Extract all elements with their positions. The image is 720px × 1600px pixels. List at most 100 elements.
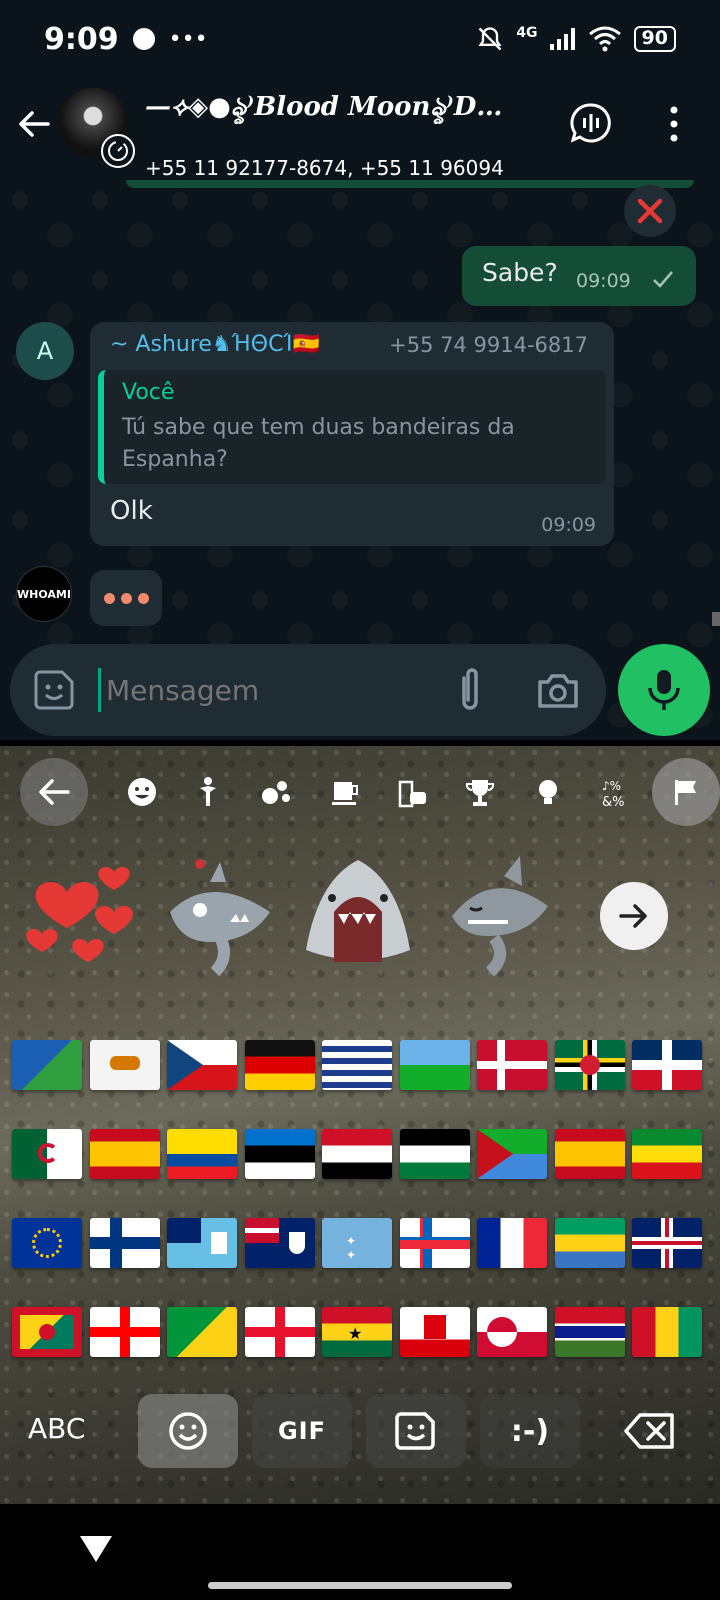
nav-back-icon[interactable] <box>78 1534 114 1564</box>
hearts-sticker[interactable] <box>22 852 142 982</box>
flag-estonia-icon[interactable] <box>244 1129 315 1179</box>
previous-message-bubble <box>126 180 694 188</box>
emoji-tab[interactable] <box>138 1394 238 1468</box>
flag-georgia-icon[interactable] <box>89 1307 160 1357</box>
emoticon-label: :-) <box>510 1413 550 1449</box>
more-notifications-icon: ••• <box>168 26 208 52</box>
soccer-icon <box>132 28 155 50</box>
flag-spain-icon[interactable] <box>554 1129 625 1179</box>
svg-text:&%: &% <box>602 795 625 808</box>
sleepy-shark-sticker[interactable] <box>438 852 558 982</box>
flag-cyprus-icon[interactable] <box>89 1040 160 1090</box>
close-icon <box>637 198 663 224</box>
emoji-sticker-icon[interactable] <box>32 668 76 712</box>
typing-indicator <box>90 570 162 626</box>
flag-british-indian-ocean-territory-icon[interactable] <box>322 1040 392 1090</box>
flag-micronesia-icon[interactable]: ✦ ✦ <box>322 1218 392 1268</box>
flag-christmas-island-icon[interactable] <box>12 1040 82 1090</box>
scrollbar[interactable] <box>712 612 720 626</box>
smiley-icon[interactable] <box>122 772 162 812</box>
flag-guinea-icon[interactable] <box>632 1307 702 1357</box>
status-bar: 9:09 ••• 4G 90 <box>0 0 720 78</box>
incoming-message[interactable]: ~ Ashure♞ΉΘCΊ🇪🇸 +55 74 9914-6817 Você Tú… <box>90 322 614 546</box>
group-name[interactable]: —⟡◈●ৡ⁾Blood Moonৡ⁾D… <box>145 86 545 130</box>
message-composer <box>10 644 606 736</box>
flag-djibouti-icon[interactable] <box>399 1040 470 1090</box>
flag-faroe-islands-icon[interactable] <box>399 1218 470 1268</box>
flag-ecuador-icon[interactable] <box>167 1129 237 1179</box>
group-participants[interactable]: +55 11 92177-8674, +55 11 96094 <box>145 156 545 178</box>
flag-european-union-icon[interactable] <box>12 1218 82 1268</box>
gif-tab[interactable]: GIF <box>252 1394 352 1468</box>
flag-czechia-icon[interactable] <box>167 1040 237 1090</box>
flag-ethiopia-icon[interactable] <box>632 1129 702 1179</box>
attachment-icon[interactable] <box>450 666 490 714</box>
camera-icon[interactable] <box>536 670 580 710</box>
emoji-keyboard: ♪% &% ✦ ✦ ★ ABC GIF:-) <box>0 746 720 1504</box>
flag-gabon-icon[interactable] <box>554 1218 625 1268</box>
outgoing-message-time: 09:09 <box>576 270 631 292</box>
cancel-button[interactable] <box>624 185 676 237</box>
voice-chat-icon[interactable] <box>570 102 612 144</box>
flag-gambia-icon[interactable] <box>554 1307 625 1357</box>
home-gesture-bar[interactable] <box>208 1582 512 1589</box>
back-arrow-icon[interactable] <box>16 106 52 142</box>
disappearing-timer-icon <box>101 134 135 168</box>
flag-finland-icon[interactable] <box>89 1218 160 1268</box>
flag-greenland-icon[interactable] <box>477 1307 547 1357</box>
flag-falkland-islands-icon[interactable] <box>244 1218 315 1268</box>
typing-user-avatar[interactable]: WHOAMI <box>16 566 72 622</box>
shark-face-sticker[interactable] <box>298 852 418 982</box>
quoted-author: Você <box>122 380 175 405</box>
keyboard-bottom-bar: ABC GIF :-) <box>0 1386 720 1486</box>
symbols-icon[interactable]: ♪% &% <box>596 772 636 812</box>
more-options-icon[interactable] <box>664 104 684 144</box>
incoming-message-time: 09:09 <box>541 514 596 536</box>
flag-fiji-icon[interactable] <box>167 1218 237 1268</box>
trophy-icon[interactable] <box>460 772 500 812</box>
flag-icon <box>675 780 696 805</box>
animal-icon[interactable] <box>256 772 296 812</box>
flag-egypt-icon[interactable] <box>322 1129 392 1179</box>
backspace-key[interactable] <box>600 1394 700 1468</box>
sender-avatar[interactable]: A <box>16 322 74 380</box>
flag-western-sahara-icon[interactable] <box>399 1129 470 1179</box>
outgoing-message[interactable]: Sabe? 09:09 <box>462 246 696 306</box>
person-icon[interactable] <box>188 772 228 812</box>
flag-dominican-republic-icon[interactable] <box>632 1040 702 1090</box>
abc-key[interactable]: ABC <box>28 1412 85 1445</box>
flag-eritrea-icon[interactable] <box>477 1129 547 1179</box>
flag-algeria-icon[interactable] <box>12 1129 82 1179</box>
flag-united-kingdom-icon[interactable] <box>632 1218 702 1268</box>
bulb-icon[interactable] <box>528 772 568 812</box>
flag-guernsey-icon[interactable] <box>244 1307 315 1357</box>
sender-name[interactable]: ~ Ashure♞ΉΘCΊ🇪🇸 <box>110 332 320 357</box>
sticker-tab[interactable] <box>366 1394 466 1468</box>
flag-germany-icon[interactable] <box>244 1040 315 1090</box>
sticker-icon <box>395 1412 435 1450</box>
flag-gibraltar-icon[interactable] <box>399 1307 470 1357</box>
emoticon-tab[interactable]: :-) <box>480 1394 580 1468</box>
flag-ghana-icon[interactable]: ★ <box>322 1307 392 1357</box>
keyboard-back-button[interactable] <box>20 758 88 826</box>
flag-ceuta-melilla-icon[interactable] <box>89 1129 160 1179</box>
flag-french-guiana-icon[interactable] <box>167 1307 237 1357</box>
text-caret <box>98 668 101 712</box>
sender-phone: +55 74 9914-6817 <box>389 333 588 357</box>
flag-dominica-icon[interactable] <box>554 1040 625 1090</box>
quoted-text: Tú sabe que tem duas bandeiras da Espanh… <box>122 415 515 472</box>
robot-shark-sticker[interactable] <box>160 852 280 982</box>
voice-record-button[interactable] <box>618 644 710 736</box>
quoted-message[interactable]: Você Tú sabe que tem duas bandeiras da E… <box>98 370 606 484</box>
travel-icon[interactable] <box>392 772 432 812</box>
signal-icon <box>549 28 575 50</box>
message-input[interactable] <box>106 670 426 710</box>
flag-denmark-icon[interactable] <box>477 1040 547 1090</box>
flag-grenada-icon[interactable] <box>12 1307 82 1357</box>
more-stickers-button[interactable] <box>600 882 668 950</box>
food-icon[interactable] <box>324 772 364 812</box>
wifi-icon <box>588 26 621 52</box>
chat-header: —⟡◈●ৡ⁾Blood Moonৡ⁾D… +55 11 92177-8674, … <box>0 78 720 180</box>
flag-france-icon[interactable] <box>477 1218 547 1268</box>
flags-category-button[interactable] <box>652 758 720 826</box>
